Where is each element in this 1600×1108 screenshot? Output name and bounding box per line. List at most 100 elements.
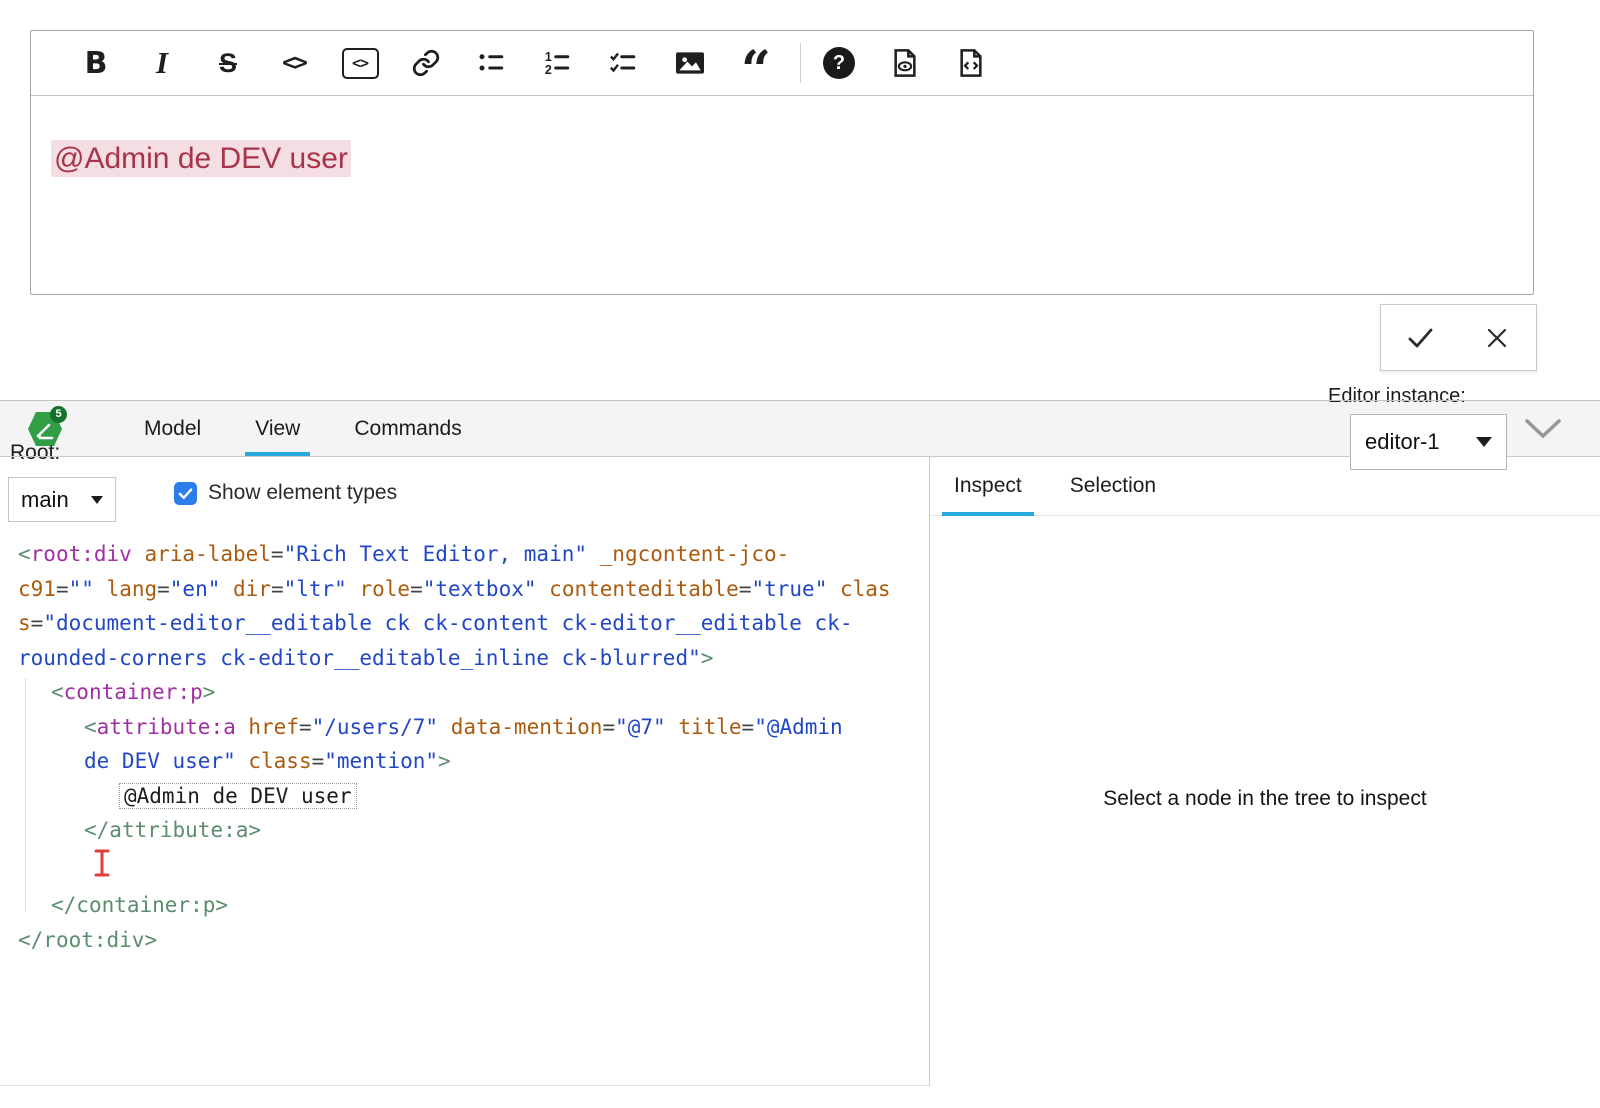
code-token-attr: c91 bbox=[18, 577, 56, 601]
todo-list-icon bbox=[609, 48, 639, 78]
chevron-down-icon bbox=[1524, 418, 1562, 442]
show-element-types-row: Show element types bbox=[174, 481, 397, 505]
tree-node-line[interactable]: de DEV user" class="mention"> bbox=[0, 744, 929, 779]
confirm-button[interactable] bbox=[1381, 305, 1459, 370]
block-quote-icon: “ bbox=[741, 42, 771, 76]
help-icon: ? bbox=[823, 47, 855, 79]
editor-instance-select[interactable]: editor-1 bbox=[1350, 414, 1507, 470]
chevron-down-icon bbox=[91, 496, 103, 504]
code-token-tag: attribute:a bbox=[97, 715, 236, 739]
tree-node-line[interactable]: s="document-editor__editable ck ck-conte… bbox=[0, 606, 929, 641]
cancel-button[interactable] bbox=[1459, 305, 1537, 370]
code-token-val: "en" bbox=[170, 577, 221, 601]
toolbar-italic-button[interactable]: I bbox=[140, 39, 184, 87]
show-element-types-checkbox[interactable] bbox=[174, 482, 197, 505]
bulleted-list-icon bbox=[477, 48, 507, 78]
toolbar-preview-button[interactable] bbox=[883, 39, 927, 87]
code-token-attr: title bbox=[678, 715, 741, 739]
show-element-types-label: Show element types bbox=[208, 481, 397, 505]
code-token-val: de DEV user" bbox=[84, 749, 236, 773]
code-token-attr: href bbox=[248, 715, 299, 739]
root-select[interactable]: main bbox=[8, 477, 116, 522]
tab-selection[interactable]: Selection bbox=[1058, 457, 1168, 516]
code-token-val: "@7" bbox=[615, 715, 666, 739]
code-token-val: rounded-corners ck-editor__editable_inli… bbox=[18, 646, 701, 670]
mention-link[interactable]: @Admin de DEV user bbox=[51, 140, 351, 177]
code-token-pl bbox=[347, 577, 360, 601]
code-token-tagc: container:p bbox=[76, 893, 215, 917]
code-token-val: "ltr" bbox=[284, 577, 347, 601]
code-token-val: "textbox" bbox=[423, 577, 537, 601]
code-token-pl: = bbox=[602, 715, 615, 739]
code-token-pl: = bbox=[410, 577, 423, 601]
code-token-brk: > bbox=[215, 893, 228, 917]
code-token-attr: data-mention bbox=[451, 715, 603, 739]
tab-commands[interactable]: Commands bbox=[344, 401, 471, 456]
balloon-actions bbox=[1380, 304, 1537, 371]
tree-node-line[interactable]: </container:p> bbox=[0, 888, 929, 923]
toolbar-help-button[interactable]: ? bbox=[817, 39, 861, 87]
svg-text:2: 2 bbox=[545, 63, 552, 77]
code-token-val: "true" bbox=[751, 577, 827, 601]
code-token-brk: < bbox=[51, 680, 64, 704]
tree-node-line[interactable]: c91="" lang="en" dir="ltr" role="textbox… bbox=[0, 572, 929, 607]
italic-icon: I bbox=[156, 45, 168, 81]
code-token-brk: > bbox=[248, 818, 261, 842]
preview-icon bbox=[889, 47, 921, 79]
tree-node-line[interactable]: </attribute:a> bbox=[0, 813, 929, 848]
chevron-down-icon bbox=[1476, 437, 1492, 447]
code-token-pl: = bbox=[299, 715, 312, 739]
toolbar-block-quote-button[interactable]: “ bbox=[734, 39, 778, 87]
tab-view[interactable]: View bbox=[245, 401, 310, 456]
code-token-val: "/users/7" bbox=[312, 715, 438, 739]
code-token-pl: = bbox=[312, 749, 325, 773]
code-token-brk: < bbox=[84, 715, 97, 739]
tree-node-line[interactable]: <root:div aria-label="Rich Text Editor, … bbox=[0, 537, 929, 572]
insert-image-icon bbox=[674, 47, 706, 79]
toolbar-bold-button[interactable]: B bbox=[74, 39, 118, 87]
check-icon bbox=[1404, 324, 1436, 352]
code-token-attr: aria-label bbox=[144, 542, 270, 566]
numbered-list-icon: 1 2 bbox=[543, 48, 573, 78]
toolbar-bulleted-list-button[interactable] bbox=[470, 39, 514, 87]
toolbar-insert-image-button[interactable] bbox=[668, 39, 712, 87]
toolbar-code-block-button[interactable]: <> bbox=[338, 39, 382, 87]
code-token-pl: = bbox=[31, 611, 44, 635]
tree-node-line[interactable]: rounded-corners ck-editor__editable_inli… bbox=[0, 641, 929, 676]
collapse-inspector-button[interactable] bbox=[1524, 418, 1562, 447]
code-token-tagc: root:div bbox=[43, 928, 144, 952]
tree-node-line[interactable]: @Admin de DEV user bbox=[0, 779, 929, 814]
code-token-tagc: attribute:a bbox=[109, 818, 248, 842]
code-token-attr: s bbox=[18, 611, 31, 635]
code-token-brk: > bbox=[203, 680, 216, 704]
code-token-pl bbox=[236, 749, 249, 773]
code-token-pl bbox=[94, 577, 107, 601]
code-token-pl: = bbox=[157, 577, 170, 601]
code-token-tag: container:p bbox=[64, 680, 203, 704]
toolbar-todo-list-button[interactable] bbox=[602, 39, 646, 87]
code-token-pl: = bbox=[739, 577, 752, 601]
code-token-pl: = bbox=[56, 577, 69, 601]
close-icon bbox=[1483, 324, 1511, 352]
tree-node-line[interactable]: </root:div> bbox=[0, 923, 929, 958]
tree-node-line[interactable]: <attribute:a href="/users/7" data-mentio… bbox=[0, 710, 929, 745]
code-token-attr: _ngcontent-jco- bbox=[600, 542, 790, 566]
selection-caret-icon bbox=[92, 848, 112, 889]
toolbar-link-button[interactable] bbox=[404, 39, 448, 87]
toolbar-source-editing-button[interactable] bbox=[949, 39, 993, 87]
toolbar-strikethrough-button[interactable]: S bbox=[206, 39, 250, 87]
tab-inspect[interactable]: Inspect bbox=[942, 457, 1034, 516]
editor-content[interactable]: @Admin de DEV user bbox=[31, 96, 1533, 222]
toolbar-code-button[interactable]: <> bbox=[272, 39, 316, 87]
view-tree: <root:div aria-label="Rich Text Editor, … bbox=[0, 537, 929, 957]
code-token-attr: dir bbox=[233, 577, 271, 601]
tree-node-line[interactable]: <container:p> bbox=[0, 675, 929, 710]
rich-text-editor: B I S <> <> 1 bbox=[30, 30, 1534, 295]
tree-node-line[interactable] bbox=[0, 848, 929, 889]
code-token-pl bbox=[666, 715, 679, 739]
tab-model[interactable]: Model bbox=[134, 401, 211, 456]
toolbar-numbered-list-button[interactable]: 1 2 bbox=[536, 39, 580, 87]
code-token-val: "document-editor__editable ck ck-content… bbox=[43, 611, 852, 635]
code-token-attr: clas bbox=[840, 577, 891, 601]
code-icon: <> bbox=[282, 50, 306, 76]
